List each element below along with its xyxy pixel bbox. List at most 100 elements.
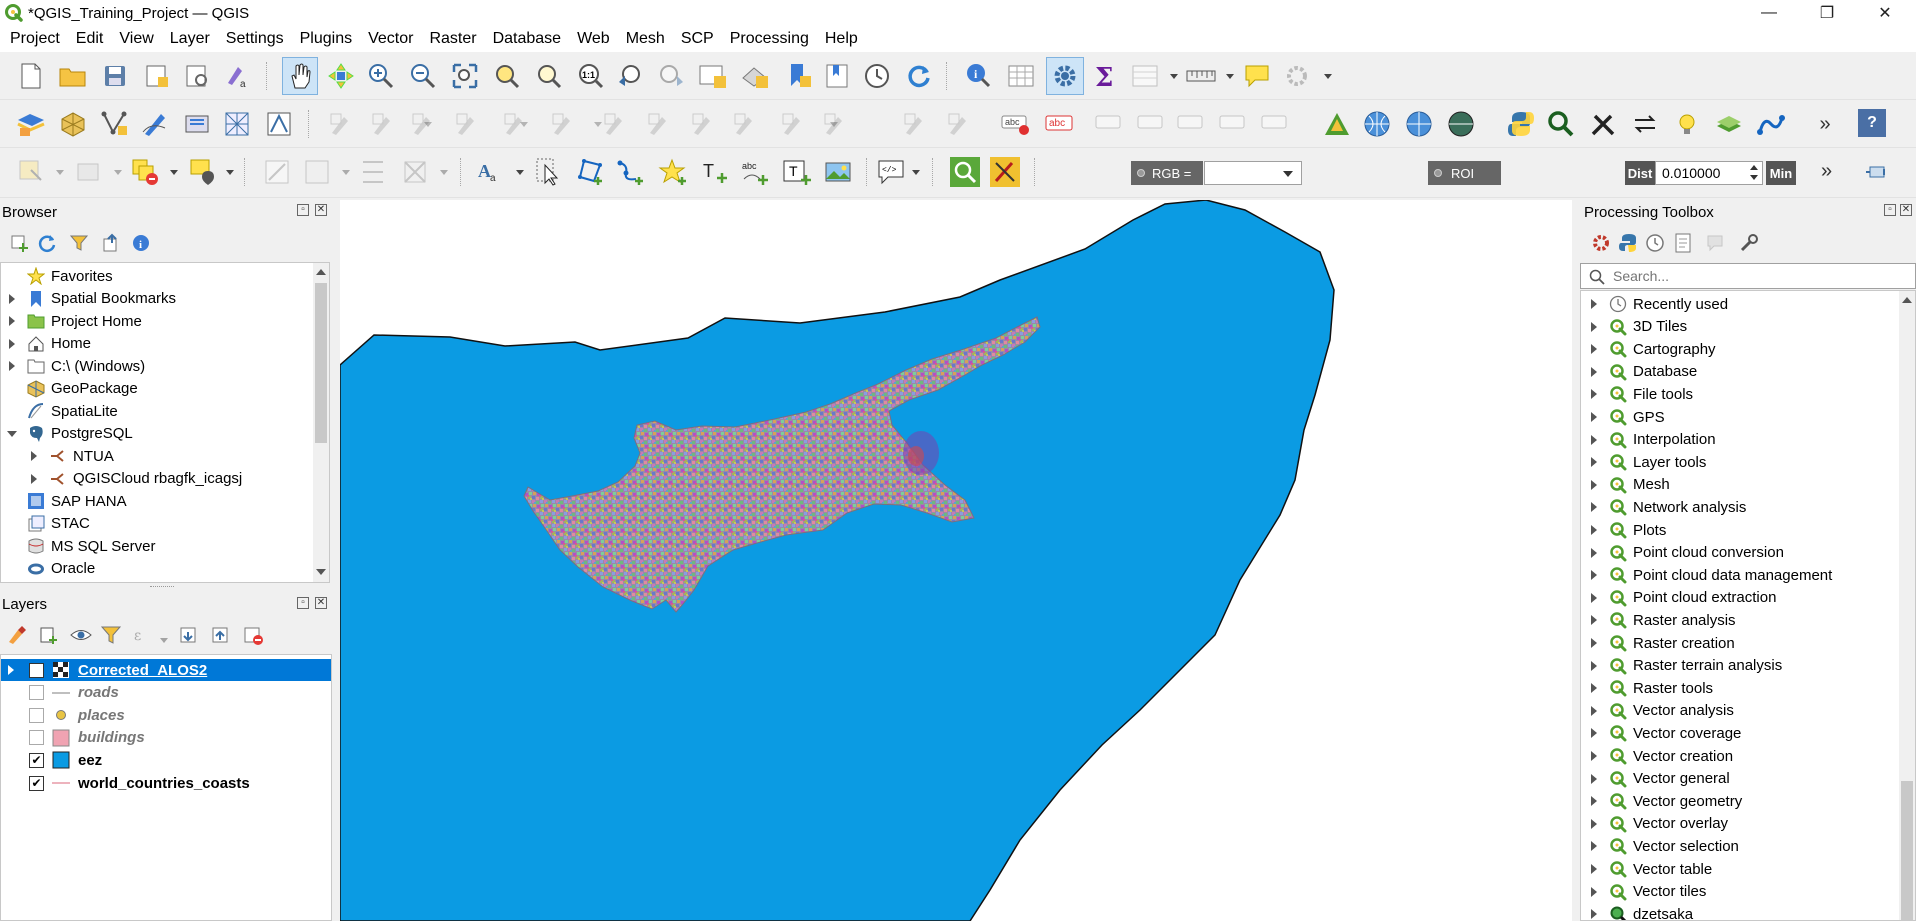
processing-group[interactable]: Layer tools <box>1581 451 1706 473</box>
field-calculator-icon[interactable] <box>302 157 332 187</box>
processing-group[interactable]: Vector analysis <box>1581 700 1734 722</box>
layer-visibility-checkbox[interactable]: ✔ <box>29 752 44 768</box>
menu-settings[interactable]: Settings <box>218 26 292 52</box>
processing-group[interactable]: Vector table <box>1581 858 1712 880</box>
layout-manager-icon[interactable] <box>182 61 212 91</box>
filter-by-expression-icon[interactable]: ε <box>128 620 158 650</box>
browser-item[interactable]: QGISCloud rbagfk_icagsj <box>1 468 242 490</box>
layer-visibility-checkbox[interactable]: ✔ <box>29 775 44 791</box>
zoom-last-icon[interactable] <box>616 61 646 91</box>
processing-search-box[interactable] <box>1580 263 1916 289</box>
collapsed-arrow-icon[interactable] <box>9 338 15 349</box>
browser-item[interactable]: SpatiaLite <box>1 400 118 422</box>
manage-visibility-icon[interactable] <box>66 620 96 650</box>
python-console-icon[interactable] <box>1506 109 1536 139</box>
processing-group[interactable]: Vector tiles <box>1581 881 1706 903</box>
browser-item[interactable]: SAP HANA <box>1 490 127 512</box>
measure-table-icon[interactable] <box>1130 61 1160 91</box>
network-icon[interactable] <box>1756 109 1786 139</box>
plugin-gear-icon[interactable] <box>1284 61 1314 91</box>
layer-row[interactable]: ✔ Corrected_ALOS2 <box>1 659 331 681</box>
expand-all-icon[interactable] <box>174 620 204 650</box>
menu-layer[interactable]: Layer <box>162 26 218 52</box>
menu-mesh[interactable]: Mesh <box>618 26 673 52</box>
toolbar3-more-icon[interactable]: » <box>1821 160 1832 183</box>
label-red-icon[interactable]: abc <box>1044 109 1074 139</box>
processing-group[interactable]: Mesh <box>1581 474 1670 496</box>
toolbox-gear-icon[interactable] <box>1046 57 1084 95</box>
menu-project[interactable]: Project <box>2 26 68 52</box>
collapsed-arrow-icon[interactable] <box>1591 751 1597 761</box>
zoom-to-selection-icon[interactable] <box>492 61 522 91</box>
menu-database[interactable]: Database <box>485 26 570 52</box>
menu-vector[interactable]: Vector <box>360 26 421 52</box>
menu-edit[interactable]: Edit <box>68 26 112 52</box>
collapsed-arrow-icon[interactable] <box>1591 299 1597 309</box>
processing-group[interactable]: dzetsaka <box>1581 903 1693 920</box>
processing-group[interactable]: Vector general <box>1581 768 1730 790</box>
layer-visibility-checkbox[interactable] <box>29 707 44 723</box>
collapsed-arrow-icon[interactable] <box>1591 412 1597 422</box>
scp-pen-icon[interactable] <box>990 157 1020 187</box>
tools-icon[interactable] <box>1588 109 1618 139</box>
label-tool-icon[interactable]: Aa <box>476 157 506 187</box>
transform-icon[interactable] <box>1630 109 1660 139</box>
browser-item[interactable]: Favorites <box>1 265 113 287</box>
align-objects-icon[interactable] <box>358 157 388 187</box>
browser-item[interactable]: STAC <box>1 513 90 535</box>
browser-item[interactable]: PostgreSQL <box>1 423 133 445</box>
collapsed-arrow-icon[interactable] <box>1591 886 1597 897</box>
browser-scrollbar[interactable] <box>313 263 329 582</box>
select-by-location-icon[interactable] <box>188 157 218 187</box>
map-tips-icon[interactable] <box>1242 61 1272 91</box>
label-pin-icon[interactable] <box>1094 109 1124 139</box>
open-attribute-table-icon[interactable] <box>1006 61 1036 91</box>
globe-openlayers-icon[interactable] <box>1446 109 1476 139</box>
spin-up-icon[interactable] <box>1750 165 1758 170</box>
processing-group[interactable]: Database <box>1581 361 1697 383</box>
new-shapefile-layer-icon[interactable] <box>100 109 130 139</box>
new-3d-map-view-icon[interactable] <box>740 61 770 91</box>
deselect-features-icon[interactable] <box>130 157 160 187</box>
processing-group[interactable]: Vector coverage <box>1581 722 1741 744</box>
options-wrench-icon[interactable] <box>1734 228 1764 258</box>
collapsed-arrow-icon[interactable] <box>1591 502 1597 513</box>
processing-float-icon[interactable]: ▫ <box>1884 204 1896 216</box>
collapsed-arrow-icon[interactable] <box>8 665 14 675</box>
collapsed-arrow-icon[interactable] <box>1591 525 1597 535</box>
spin-down-icon[interactable] <box>1750 175 1758 180</box>
processing-group[interactable]: Raster analysis <box>1581 609 1736 631</box>
label-toggle-icon[interactable] <box>944 109 974 139</box>
browser-item[interactable]: C:\ (Windows) <box>1 355 145 377</box>
collapsed-arrow-icon[interactable] <box>1591 479 1597 490</box>
browser-item[interactable]: GeoPackage <box>1 378 138 400</box>
processing-group[interactable]: Vector geometry <box>1581 790 1742 812</box>
layer-visibility-checkbox[interactable] <box>29 730 44 746</box>
new-vector-tile-layer-icon[interactable] <box>264 109 294 139</box>
paste-features-icon[interactable] <box>730 109 760 139</box>
layers-close-icon[interactable]: ✕ <box>315 597 327 609</box>
splitter-grip[interactable] <box>150 586 174 588</box>
new-map-view-icon[interactable] <box>698 61 728 91</box>
add-textbox-icon[interactable]: T <box>782 157 812 187</box>
browser-item[interactable]: MS SQL Server <box>1 535 155 557</box>
statistical-summary-icon[interactable]: Σ <box>1090 61 1120 91</box>
toolbar-more-icon[interactable]: » <box>1810 109 1840 139</box>
collapsed-arrow-icon[interactable] <box>9 361 15 371</box>
collapsed-arrow-icon[interactable] <box>1591 547 1597 558</box>
triangle-plugin-icon[interactable] <box>1322 109 1352 139</box>
scroll-up-icon[interactable] <box>1902 297 1912 303</box>
layer-row[interactable]: places <box>1 704 331 726</box>
zoom-next-icon[interactable] <box>656 61 686 91</box>
layers-stack-icon[interactable] <box>1714 109 1744 139</box>
new-mesh-layer-icon[interactable] <box>222 109 252 139</box>
collapsed-arrow-icon[interactable] <box>1591 864 1597 874</box>
layer-visibility-checkbox[interactable] <box>29 685 44 701</box>
collapsed-arrow-icon[interactable] <box>31 451 37 461</box>
browser-item[interactable]: NTUA <box>1 445 114 467</box>
add-picture-icon[interactable] <box>824 157 854 187</box>
select-arrow-icon[interactable] <box>534 157 564 187</box>
close-button[interactable]: ✕ <box>1856 0 1914 26</box>
processing-group[interactable]: File tools <box>1581 383 1693 405</box>
zoom-in-icon[interactable] <box>366 61 396 91</box>
